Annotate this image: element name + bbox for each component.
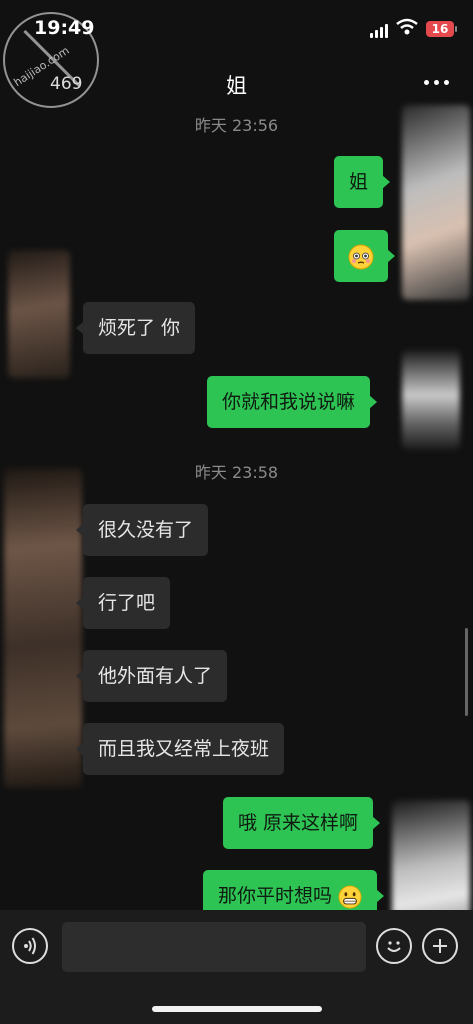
- message-bubble-incoming[interactable]: 而且我又经常上夜班: [75, 723, 285, 775]
- message-text: 行了吧: [98, 592, 156, 614]
- voice-icon: [24, 937, 36, 955]
- battery-icon: 16: [426, 21, 457, 37]
- message-text: 烦死了 你: [98, 317, 181, 339]
- message-bubble-outgoing[interactable]: 哦 原来这样啊: [223, 797, 381, 849]
- message-text: 而且我又经常上夜班: [98, 738, 270, 760]
- contact-avatar[interactable]: [402, 350, 460, 450]
- chat-header: 469 姐: [0, 52, 473, 110]
- voice-input-button[interactable]: [12, 928, 48, 964]
- message-bubble-incoming[interactable]: 很久没有了: [75, 504, 209, 556]
- emoji-button[interactable]: [376, 928, 412, 964]
- scrollbar[interactable]: [465, 628, 468, 716]
- message-bubble-incoming[interactable]: 他外面有人了: [75, 650, 228, 702]
- message-bubble-outgoing[interactable]: [334, 230, 395, 282]
- message-input[interactable]: [62, 922, 366, 972]
- message-text: 姐: [349, 171, 369, 193]
- message-text: 很久没有了: [98, 519, 194, 541]
- flushed-face-emoji-icon: [348, 244, 374, 269]
- message-bubble-incoming[interactable]: 行了吧: [75, 577, 171, 629]
- smiley-icon: [387, 941, 401, 952]
- chat-title: 姐: [226, 74, 247, 98]
- message-bubble-incoming[interactable]: 烦死了 你: [75, 302, 196, 354]
- message-text: 他外面有人了: [98, 665, 213, 687]
- grinning-face-emoji-icon: [338, 884, 362, 909]
- input-bar: [0, 910, 473, 1024]
- home-indicator[interactable]: [152, 1006, 322, 1012]
- more-options-icon[interactable]: [424, 80, 449, 85]
- message-text: 那你平时想吗: [218, 885, 333, 907]
- signal-icon: [370, 24, 388, 38]
- more-actions-button[interactable]: [422, 928, 458, 964]
- message-text: 你就和我说说嘛: [222, 391, 356, 413]
- user-avatar[interactable]: [8, 250, 70, 378]
- plus-icon: [433, 939, 447, 953]
- message-text: 哦 原来这样啊: [238, 812, 359, 834]
- contact-avatar[interactable]: [402, 105, 470, 300]
- wifi-icon: [396, 18, 418, 35]
- user-avatar[interactable]: [4, 468, 82, 788]
- message-bubble-outgoing[interactable]: 姐: [334, 156, 391, 208]
- message-bubble-outgoing[interactable]: 你就和我说说嘛: [207, 376, 378, 428]
